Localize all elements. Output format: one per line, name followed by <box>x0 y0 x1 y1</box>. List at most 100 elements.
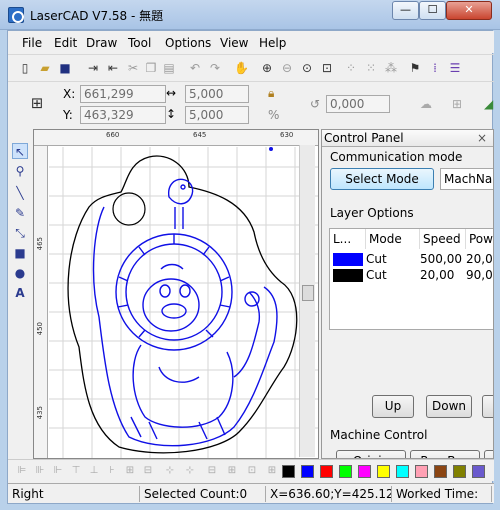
palette-color-swatch[interactable] <box>320 465 333 478</box>
angle-field[interactable]: 0,000 <box>326 95 390 113</box>
layer-color-swatch <box>333 253 363 266</box>
new-file-icon[interactable]: ▯ <box>18 61 32 75</box>
palette-color-swatch[interactable] <box>377 465 390 478</box>
group-icon[interactable]: ⁘ <box>344 61 358 75</box>
save-icon[interactable]: ■ <box>58 61 72 75</box>
palette-color-swatch[interactable] <box>339 465 352 478</box>
menu-help[interactable]: Help <box>259 36 286 50</box>
page-center-icon[interactable]: ⊞ <box>266 465 278 477</box>
paste-icon[interactable]: ▤ <box>162 61 176 75</box>
height-field[interactable]: 5,000 <box>185 106 249 124</box>
width-field[interactable]: 5,000 <box>185 85 249 103</box>
pen-tool-icon[interactable]: ✎ <box>12 205 28 221</box>
undo-icon[interactable]: ↶ <box>188 61 202 75</box>
cut-icon[interactable]: ✂ <box>126 61 140 75</box>
close-button[interactable]: ✕ <box>446 1 492 20</box>
text-tool-icon[interactable]: A <box>12 285 28 301</box>
color-palette-bar: ⊫ ⊪ ⊩ ⊤ ⊥ ⊦ ⊞ ⊟ ⊹ ⊹ ⊟ ⊞ ⊡ ⊞ <box>8 459 494 481</box>
machine-name-field[interactable]: MachName <box>440 168 493 190</box>
line-tool-icon[interactable]: ╲ <box>12 185 28 201</box>
palette-color-swatch[interactable] <box>282 465 295 478</box>
mode-column-header[interactable]: Mode <box>366 229 420 249</box>
rotate-icon: ↺ <box>310 97 321 111</box>
ungroup-icon[interactable]: ⁙ <box>364 61 378 75</box>
design-artwork[interactable] <box>49 147 319 459</box>
ruler-top-label: 645 <box>193 131 207 139</box>
menu-options[interactable]: Options <box>165 36 211 50</box>
import-icon[interactable]: ⇥ <box>86 61 100 75</box>
menu-draw[interactable]: Draw <box>86 36 117 50</box>
node-edit-icon[interactable]: ⚲ <box>12 163 28 179</box>
path-icon[interactable]: ⚑ <box>408 61 422 75</box>
canvas-vertical-scrollbar[interactable] <box>299 145 315 457</box>
align-middle-icon[interactable]: ⊥ <box>88 465 100 477</box>
curve-tool-icon[interactable]: ⤡ <box>12 225 28 241</box>
same-height-icon[interactable]: ⊞ <box>226 465 238 477</box>
menu-bar: File Edit Draw Tool Options View Help <box>8 31 494 53</box>
power-column-header[interactable]: Pow <box>466 229 493 249</box>
select-mode-button[interactable]: Select Mode <box>330 168 434 190</box>
align-center-icon[interactable]: ⊪ <box>34 465 46 477</box>
lock-icon[interactable]: 🔒︎ <box>268 86 274 101</box>
align-right-icon[interactable]: ⊩ <box>52 465 64 477</box>
palette-color-swatch[interactable] <box>434 465 447 478</box>
select-arrow-icon[interactable]: ↖ <box>12 143 28 159</box>
align-grid-icon[interactable]: ⊞ <box>452 97 462 111</box>
same-width-icon[interactable]: ⊟ <box>206 465 218 477</box>
center-h-icon[interactable]: ⊹ <box>164 465 176 477</box>
menu-view[interactable]: View <box>220 36 248 50</box>
palette-color-swatch[interactable] <box>415 465 428 478</box>
mirror-icon[interactable]: ◢ <box>484 97 493 111</box>
palette-color-swatch[interactable] <box>453 465 466 478</box>
scrollbar-thumb[interactable] <box>302 285 314 301</box>
list-icon[interactable]: ☰ <box>448 61 462 75</box>
pan-hand-icon[interactable]: ✋ <box>234 61 249 75</box>
layer-down-button[interactable]: Down <box>426 395 472 418</box>
array-icon[interactable]: ⁂ <box>384 61 398 75</box>
drawing-canvas[interactable]: 660 645 630 465 450 435 <box>33 129 319 459</box>
open-folder-icon[interactable]: ▰ <box>38 61 52 75</box>
layer-up-button[interactable]: Up <box>372 395 414 418</box>
palette-color-swatch[interactable] <box>301 465 314 478</box>
anchor-grid-icon[interactable]: ⊞ <box>30 96 44 111</box>
speed-column-header[interactable]: Speed <box>420 229 466 249</box>
window-title: LaserCAD V7.58 - 無題 <box>30 9 164 23</box>
align-bottom-icon[interactable]: ⊦ <box>106 465 118 477</box>
menu-tool[interactable]: Tool <box>128 36 151 50</box>
ruler-left-label: 450 <box>36 322 44 336</box>
minimize-button[interactable]: — <box>392 1 419 20</box>
redo-icon[interactable]: ↷ <box>208 61 222 75</box>
zoom-select-icon[interactable]: ⊙ <box>300 61 314 75</box>
ellipse-tool-icon[interactable]: ● <box>12 265 28 281</box>
align-left-icon[interactable]: ⊫ <box>16 465 28 477</box>
origin-button[interactable]: Origin <box>336 450 406 458</box>
run-box-button[interactable]: Run Box <box>410 450 480 458</box>
layer-column-header[interactable]: L... <box>330 229 366 249</box>
center-v-icon[interactable]: ⊹ <box>184 465 196 477</box>
align-top-icon[interactable]: ⊤ <box>70 465 82 477</box>
control-panel-close-icon[interactable]: × <box>477 130 487 146</box>
zoom-page-icon[interactable]: ⊡ <box>320 61 334 75</box>
c-button[interactable]: C <box>484 450 493 458</box>
zoom-out-icon[interactable]: ⊖ <box>280 61 294 75</box>
menu-edit[interactable]: Edit <box>54 36 77 50</box>
rectangle-tool-icon[interactable]: ■ <box>12 245 28 261</box>
same-size-icon[interactable]: ⊡ <box>246 465 258 477</box>
copy-icon[interactable]: ❐ <box>144 61 158 75</box>
menu-file[interactable]: File <box>22 36 42 50</box>
height-icon: ↕ <box>166 107 177 121</box>
node-grid-icon[interactable]: ⁞ <box>428 61 442 75</box>
cloud-icon[interactable]: ☁ <box>420 97 432 111</box>
maximize-button[interactable]: ☐ <box>419 1 446 20</box>
palette-color-swatch[interactable] <box>472 465 485 478</box>
status-worked-time: Worked Time: <box>394 486 492 502</box>
palette-color-swatch[interactable] <box>396 465 409 478</box>
export-icon[interactable]: ⇤ <box>106 61 120 75</box>
y-position-field[interactable]: 463,329 <box>80 106 166 124</box>
layer-t-button[interactable]: T <box>482 395 493 418</box>
distribute-v-icon[interactable]: ⊟ <box>142 465 154 477</box>
distribute-h-icon[interactable]: ⊞ <box>124 465 136 477</box>
x-position-field[interactable]: 661,299 <box>80 85 166 103</box>
zoom-in-icon[interactable]: ⊕ <box>260 61 274 75</box>
palette-color-swatch[interactable] <box>358 465 371 478</box>
